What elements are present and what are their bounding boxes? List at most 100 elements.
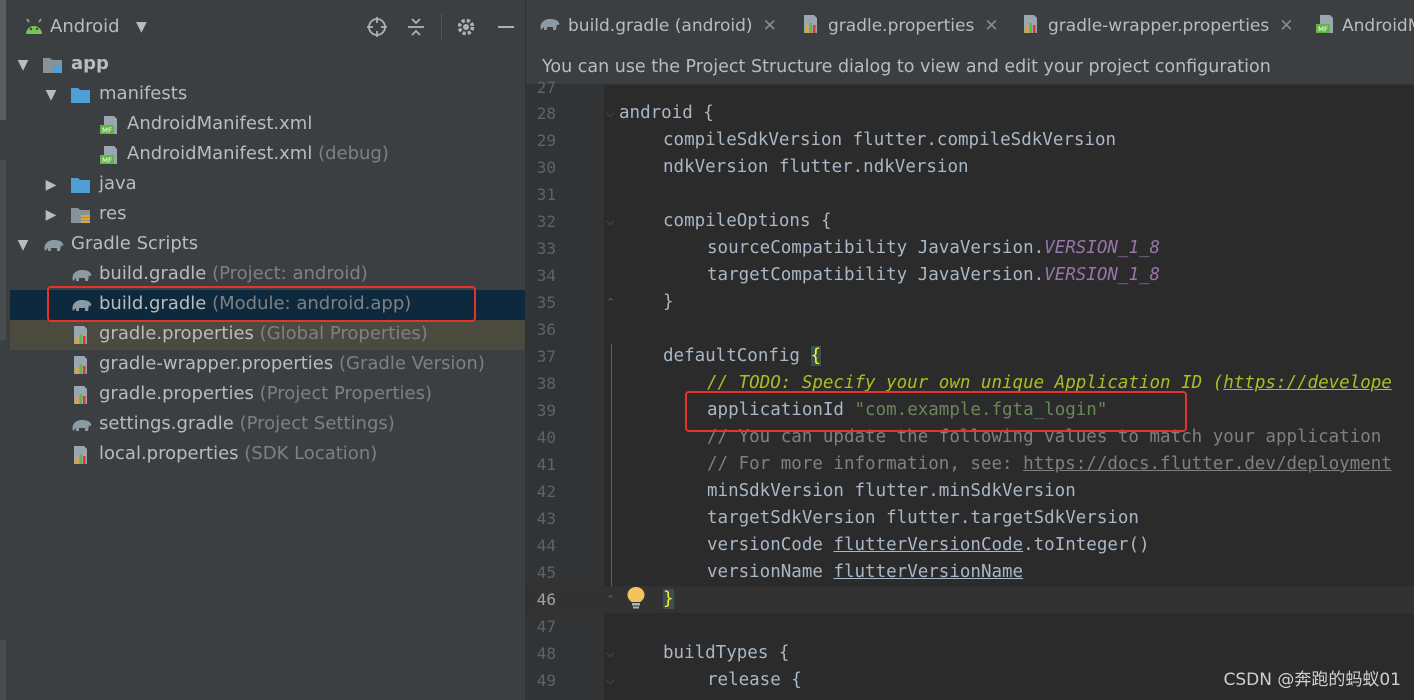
fold-icon[interactable]: ⌵ — [606, 107, 614, 121]
code-text: android { — [619, 103, 714, 123]
code-line[interactable]: 34 targetCompatibility JavaVersion.VERSI… — [526, 262, 1414, 289]
file-hint: (Gradle Version) — [339, 353, 485, 374]
gear-icon[interactable] — [453, 14, 479, 40]
expand-arrow-icon[interactable]: ▼ — [44, 87, 58, 103]
file-hint: (Project Properties) — [259, 383, 432, 404]
code-line[interactable]: 35 ⌃ } — [526, 289, 1414, 316]
fold-icon[interactable]: ⌵ — [606, 674, 614, 688]
expand-arrow-icon[interactable]: ▶ — [44, 177, 58, 193]
tree-item-gradle-properties-project[interactable]: gradle.properties (Project Properties) — [10, 380, 525, 410]
code-token: VERSION_1_8 — [1044, 238, 1161, 258]
code-line[interactable]: 41 // For more information, see: https:/… — [526, 451, 1414, 478]
code-text: targetSdkVersion flutter.targetSdkVersio… — [707, 508, 1139, 528]
code-line[interactable]: 36 — [526, 316, 1414, 343]
tree-item-gradle-wrapper-properties[interactable]: gradle-wrapper.properties (Gradle Versio… — [10, 350, 525, 380]
lightbulb-icon[interactable] — [626, 586, 646, 614]
close-icon[interactable]: ✕ — [763, 16, 777, 36]
tree-item-local-properties[interactable]: local.properties (SDK Location) — [10, 440, 525, 470]
project-view-selector[interactable]: Android — [50, 16, 120, 37]
code-text: targetCompatibility JavaVersion.VERSION_… — [707, 265, 1160, 285]
code-token: } — [663, 589, 674, 609]
file-name: gradle.properties — [99, 383, 254, 404]
svg-text:MF: MF — [102, 157, 112, 165]
editor-area: build.gradle (android) ✕ gradle.properti… — [525, 0, 1414, 700]
code-text: minSdkVersion flutter.minSdkVersion — [707, 481, 1076, 501]
tree-item-settings-gradle[interactable]: settings.gradle (Project Settings) — [10, 410, 525, 440]
close-icon[interactable]: ✕ — [1279, 16, 1293, 36]
gradle-elephant-icon — [42, 235, 64, 255]
code-line[interactable]: 33 sourceCompatibility JavaVersion.VERSI… — [526, 235, 1414, 262]
line-number: 33 — [536, 239, 556, 258]
code-line[interactable]: 28 ⌵ android { — [526, 100, 1414, 127]
code-line[interactable]: 29 compileSdkVersion flutter.compileSdkV… — [526, 127, 1414, 154]
manifest-file-icon: MF — [1314, 14, 1336, 38]
minimize-icon[interactable] — [493, 14, 519, 40]
code-line[interactable]: 47 — [526, 613, 1414, 640]
collapse-all-icon[interactable] — [403, 14, 429, 40]
properties-file-icon — [800, 14, 822, 38]
fold-icon[interactable]: ⌃ — [606, 593, 615, 606]
properties-file-icon — [70, 385, 92, 405]
tree-item-app[interactable]: ▼ app — [10, 50, 525, 80]
module-folder-icon — [42, 55, 64, 75]
tree-item-gradle-properties-global[interactable]: gradle.properties (Global Properties) — [10, 320, 525, 350]
tree-item-res[interactable]: ▶ res — [10, 200, 525, 230]
tab-gradle-wrapper-properties[interactable]: gradle-wrapper.properties ✕ — [1020, 0, 1294, 52]
code-link[interactable]: https://docs.flutter.dev/deployment — [1023, 454, 1392, 474]
fold-icon[interactable]: ⌵ — [606, 647, 614, 661]
watermark-text: CSDN @奔跑的蚂蚁01 — [1223, 670, 1401, 690]
code-line[interactable]: 37 defaultConfig { — [526, 343, 1414, 370]
code-line[interactable]: 31 — [526, 181, 1414, 208]
tab-build-gradle-android[interactable]: build.gradle (android) ✕ — [538, 0, 777, 52]
tree-item-label: Gradle Scripts — [71, 233, 199, 254]
tree-item-gradle-scripts[interactable]: ▼ Gradle Scripts — [10, 230, 525, 260]
chevron-down-icon[interactable]: ▼ — [136, 19, 147, 35]
code-line[interactable]: 43 targetSdkVersion flutter.targetSdkVer… — [526, 505, 1414, 532]
expand-arrow-icon[interactable]: ▼ — [16, 237, 30, 253]
line-number: 29 — [536, 131, 556, 150]
file-hint: (Project Settings) — [239, 413, 395, 434]
tab-label: build.gradle (android) — [568, 16, 753, 36]
tab-gradle-properties[interactable]: gradle.properties ✕ — [800, 0, 999, 52]
tree-item-androidmanifest[interactable]: MF AndroidManifest.xml — [10, 110, 525, 140]
tree-item-label: java — [99, 173, 137, 194]
code-line[interactable]: 48 ⌵ buildTypes { — [526, 640, 1414, 667]
gradle-elephant-icon — [70, 415, 92, 435]
line-number: 35 — [536, 293, 556, 312]
code-line[interactable]: 45 versionName flutterVersionName — [526, 559, 1414, 586]
code-line[interactable]: 44 versionCode flutterVersionCode.toInte… — [526, 532, 1414, 559]
expand-arrow-icon[interactable]: ▶ — [44, 207, 58, 223]
tree-item-manifests[interactable]: ▼ manifests — [10, 80, 525, 110]
fold-icon[interactable]: ⌃ — [606, 296, 615, 309]
tree-item-label: AndroidManifest.xml — [127, 113, 313, 134]
structure-tool-tab[interactable] — [0, 640, 6, 700]
file-hint: (Project: android) — [212, 263, 368, 284]
close-icon[interactable]: ✕ — [984, 16, 998, 36]
code-line[interactable]: 30 ndkVersion flutter.ndkVersion — [526, 154, 1414, 181]
code-line[interactable]: 42 minSdkVersion flutter.minSdkVersion — [526, 478, 1414, 505]
locate-icon[interactable] — [364, 14, 390, 40]
tree-item-java[interactable]: ▶ java — [10, 170, 525, 200]
fold-icon[interactable]: ⌵ — [606, 215, 614, 229]
header-separator — [441, 14, 442, 40]
code-line-current[interactable]: 46 ⌃ } — [526, 586, 1414, 613]
code-line[interactable]: 27 — [526, 74, 1414, 101]
code-token: flutterVersionCode — [833, 535, 1024, 555]
expand-arrow-icon[interactable]: ▼ — [16, 57, 30, 73]
code-token: versionName — [707, 562, 834, 582]
code-line[interactable]: 32 ⌵ compileOptions { — [526, 208, 1414, 235]
folder-icon — [70, 175, 92, 195]
code-text: compileOptions { — [663, 211, 832, 231]
tab-label: gradle.properties — [828, 16, 975, 36]
tab-androidmanifest[interactable]: MF AndroidM — [1314, 0, 1414, 52]
code-text: // TODO: Specify your own unique Applica… — [707, 373, 1392, 393]
line-number: 44 — [536, 536, 556, 555]
code-link[interactable]: https://develope — [1223, 373, 1392, 393]
tree-item-androidmanifest-debug[interactable]: MF AndroidManifest.xml (debug) — [10, 140, 525, 170]
project-tool-tab[interactable] — [0, 0, 6, 120]
code-token: TODO: Specify your own unique Applicatio… — [738, 373, 1224, 393]
file-name: gradle-wrapper.properties — [99, 353, 334, 374]
resource-manager-tool-tab[interactable] — [0, 160, 6, 340]
project-panel: Android ▼ ▼ app ▼ manifests MF AndroidMa… — [10, 0, 525, 700]
line-number: 42 — [536, 482, 556, 501]
